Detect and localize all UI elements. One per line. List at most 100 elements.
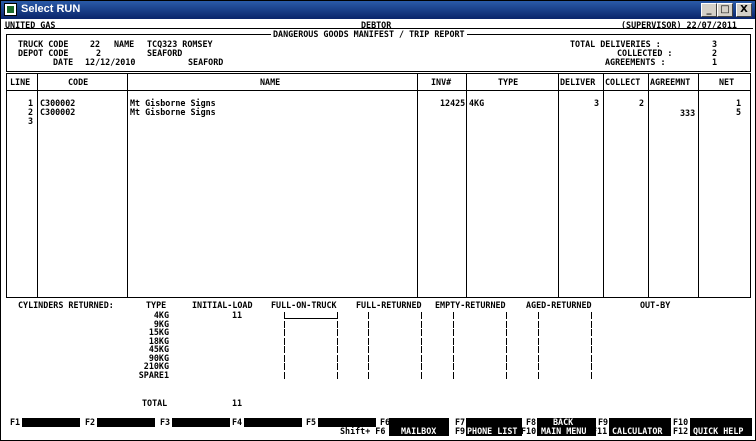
phone-list-button[interactable]: PHONE LIST	[466, 418, 522, 436]
f3-slot[interactable]	[172, 418, 230, 427]
calculator-button[interactable]: CALCULATOR	[609, 418, 671, 436]
row-2-net: 5	[736, 107, 742, 117]
back-main-menu-button[interactable]: BACK MAIN MENU	[537, 418, 596, 436]
col-divider	[466, 73, 467, 298]
cyl-header-empty-returned: EMPTY-RETURNED	[435, 300, 506, 310]
col-divider	[37, 73, 38, 298]
cyl-empty-returned-field[interactable]	[453, 320, 507, 328]
f2-key[interactable]: F2	[85, 418, 95, 427]
f11-key[interactable]: F11	[592, 427, 607, 436]
shift-f6-key[interactable]: Shift+ F6	[340, 427, 385, 436]
row-2-code[interactable]: C300002	[40, 108, 75, 117]
row-1-collect[interactable]: 2	[639, 99, 644, 108]
f9-shift-key[interactable]: F9	[455, 427, 465, 436]
cyl-header-initial: INITIAL-LOAD	[192, 300, 253, 310]
cyl-empty-returned-field[interactable]	[453, 363, 507, 370]
f10-key[interactable]: F10	[521, 427, 536, 436]
row-1-inv[interactable]: 12425	[440, 99, 465, 108]
f4-slot[interactable]	[244, 418, 302, 427]
f1-slot[interactable]	[22, 418, 80, 427]
title-bar: Select RUN _ □ X	[1, 1, 755, 19]
window-title: Select RUN	[21, 3, 81, 15]
cyl-type: SPARE1	[138, 369, 169, 380]
minimize-button[interactable]: _	[701, 3, 717, 17]
quick-help-button[interactable]: QUICK HELP	[690, 418, 752, 436]
cyl-full-returned-field[interactable]	[368, 337, 422, 345]
terminal-screen: UNITED GAS DEBTOR (SUPERVISOR) 22/07/201…	[4, 20, 753, 438]
select-run-window: Select RUN _ □ X UNITED GAS DEBTOR (SUPE…	[0, 0, 756, 441]
truck-name-label: NAME	[114, 39, 135, 49]
cyl-empty-returned-field[interactable]	[453, 371, 507, 379]
cyl-full-on-truck-field[interactable]	[284, 320, 338, 328]
cyl-aged-returned-field[interactable]	[538, 337, 592, 345]
f1-key[interactable]: F1	[10, 418, 20, 427]
cyl-full-returned-field[interactable]	[368, 312, 422, 319]
cylinders-title: CYLINDERS RETURNED:	[18, 300, 114, 310]
col-header-agreement: AGREEMNT	[650, 77, 691, 87]
f3-key[interactable]: F3	[160, 418, 170, 427]
cyl-empty-returned-field[interactable]	[453, 337, 507, 345]
cyl-full-on-truck-field[interactable]	[284, 329, 338, 336]
f2-slot[interactable]	[97, 418, 155, 427]
report-subtitle: DANGEROUS GOODS MANIFEST / TRIP REPORT	[271, 29, 467, 39]
maximize-button[interactable]: □	[717, 3, 733, 17]
col-divider	[558, 73, 559, 298]
cyl-full-returned-field[interactable]	[368, 346, 422, 353]
cyl-full-on-truck-field[interactable]	[284, 354, 338, 362]
cyl-aged-returned-field[interactable]	[538, 312, 592, 319]
date-place: SEAFORD	[188, 57, 224, 67]
f5-key[interactable]: F5	[306, 418, 316, 427]
cyl-header-out-by: OUT-BY	[640, 300, 671, 310]
cyl-header-aged-returned: AGED-RETURNED	[526, 300, 592, 310]
f12-key[interactable]: F12	[673, 427, 688, 436]
cyl-empty-returned-field[interactable]	[453, 312, 507, 319]
cyl-aged-returned-field[interactable]	[538, 346, 592, 353]
quick-help-label: QUICK HELP	[693, 426, 744, 436]
cyl-full-on-truck-field[interactable]	[284, 337, 338, 345]
cyl-full-returned-field[interactable]	[368, 354, 422, 362]
cyl-full-returned-field[interactable]	[368, 329, 422, 336]
agreements-label: AGREEMENTS :	[605, 57, 666, 67]
cyl-total-value: 11	[232, 398, 243, 408]
row-1-type[interactable]: 4KG	[469, 99, 484, 108]
col-divider	[417, 73, 418, 298]
row-1-deliver[interactable]: 3	[594, 99, 599, 108]
cyl-full-on-truck-field[interactable]	[284, 371, 338, 379]
date-label: DATE	[53, 57, 74, 67]
table-header-divider	[6, 90, 751, 91]
cyl-empty-returned-field[interactable]	[453, 329, 507, 336]
cyl-empty-returned-field[interactable]	[453, 354, 507, 362]
col-header-collect: COLLECT	[605, 77, 641, 87]
cyl-full-returned-field[interactable]	[368, 371, 422, 379]
mailbox-button[interactable]: MAILBOX	[389, 418, 449, 436]
row-2-agreement[interactable]: 333	[680, 109, 695, 118]
col-header-inv: INV#	[431, 77, 452, 87]
depot-name: SEAFORD	[147, 48, 183, 58]
cyl-total-label: TOTAL	[142, 398, 168, 408]
cyl-header-full-returned: FULL-RETURNED	[356, 300, 422, 310]
cyl-aged-returned-field[interactable]	[538, 354, 592, 362]
agreements-count: 1	[712, 57, 718, 67]
cyl-full-returned-field[interactable]	[368, 320, 422, 328]
f4-key[interactable]: F4	[232, 418, 242, 427]
cyl-header-full-on-truck: FULL-ON-TRUCK	[271, 300, 337, 310]
cyl-header-type: TYPE	[146, 300, 167, 310]
cyl-aged-returned-field[interactable]	[538, 320, 592, 328]
close-button[interactable]: X	[736, 3, 752, 17]
calculator-label: CALCULATOR	[612, 426, 663, 436]
app-icon	[4, 3, 17, 16]
date-value[interactable]: 12/12/2010	[85, 58, 135, 67]
cyl-full-on-truck-field[interactable]	[284, 312, 338, 319]
cyl-empty-returned-field[interactable]	[453, 346, 507, 353]
col-header-net: NET	[719, 77, 735, 87]
cyl-initial-load: 11	[232, 310, 243, 320]
cyl-aged-returned-field[interactable]	[538, 363, 592, 370]
cyl-aged-returned-field[interactable]	[538, 329, 592, 336]
col-divider	[127, 73, 128, 298]
phone-list-label: PHONE LIST	[467, 426, 518, 436]
cyl-full-returned-field[interactable]	[368, 363, 422, 370]
cyl-full-on-truck-field[interactable]	[284, 363, 338, 370]
cyl-full-on-truck-field[interactable]	[284, 346, 338, 353]
cyl-aged-returned-field[interactable]	[538, 371, 592, 379]
col-header-line: LINE	[10, 77, 31, 87]
